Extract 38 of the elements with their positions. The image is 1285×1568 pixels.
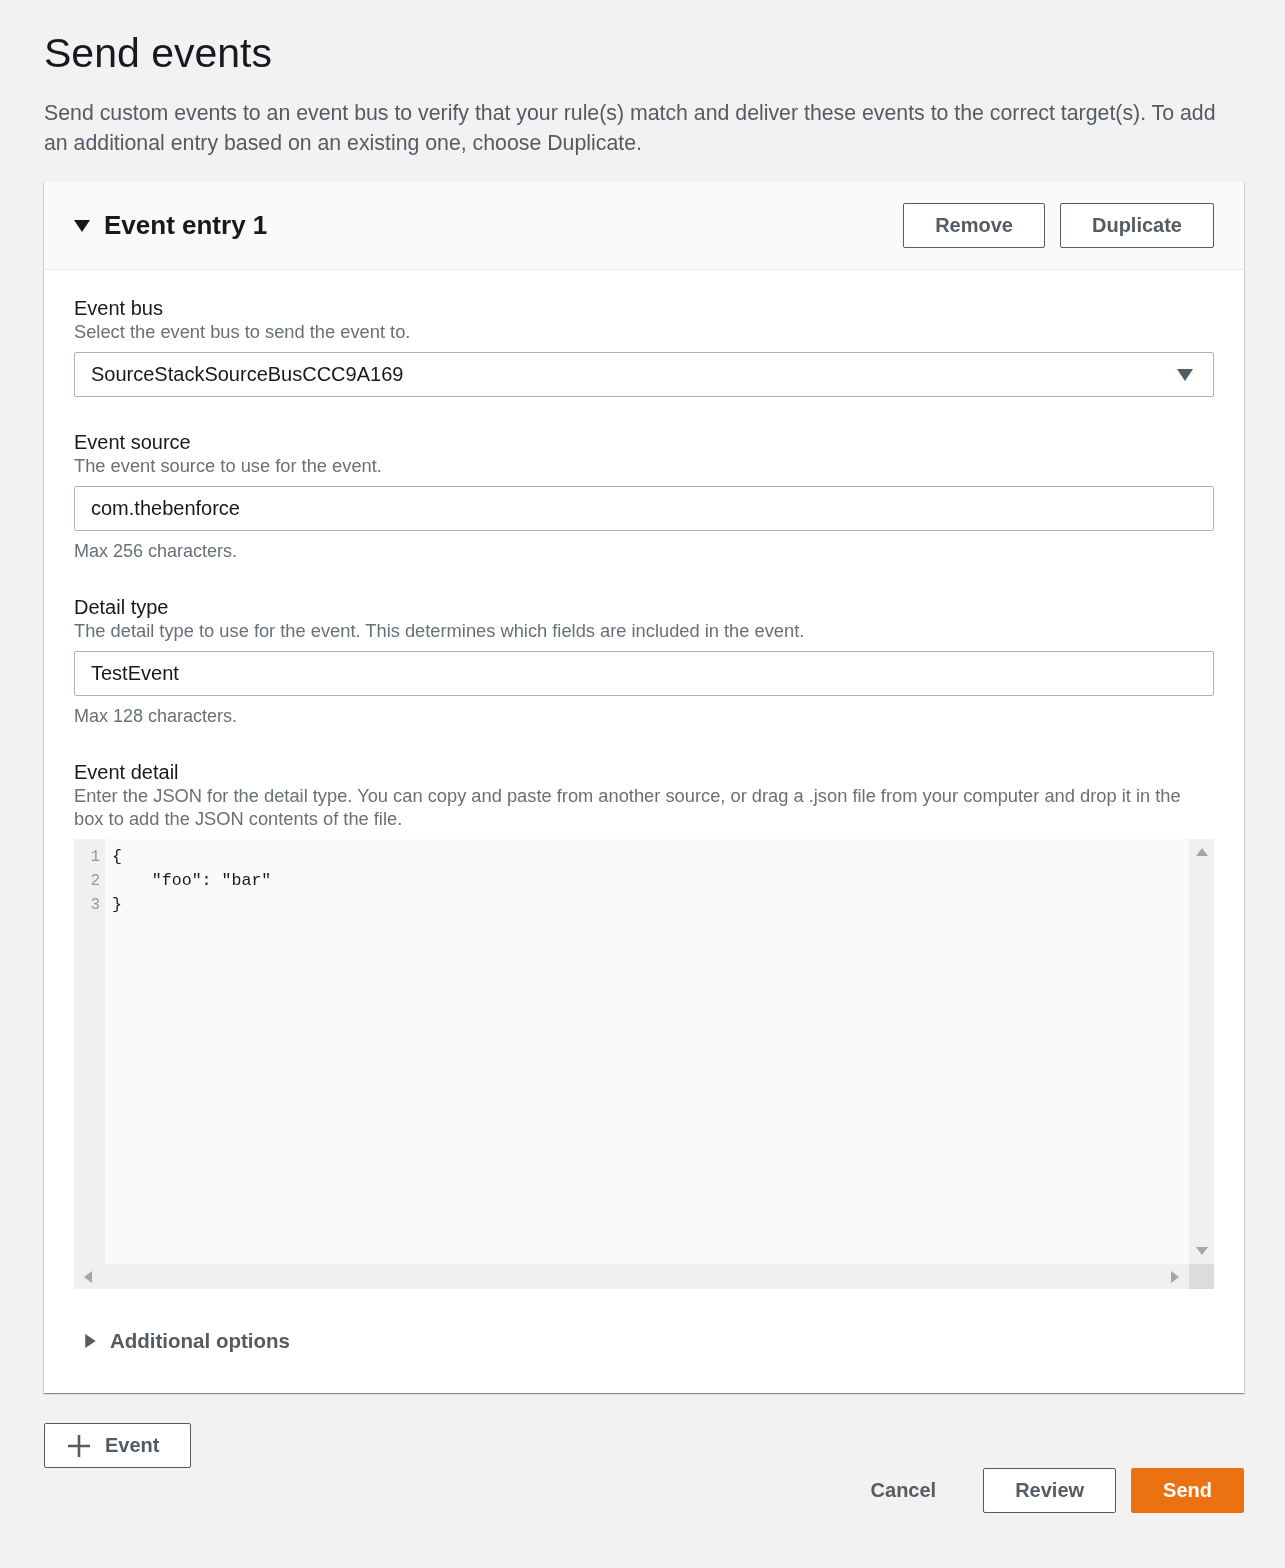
field-label: Event detail <box>74 760 180 784</box>
scroll-left-arrow-icon[interactable] <box>84 1270 92 1283</box>
code-line: { <box>112 846 122 868</box>
code-line: "foo": "bar" <box>150 870 272 892</box>
field-description: The detail type to use for the event. This determines which fields are included in the event. <box>74 619 806 642</box>
add-event-button[interactable]: Event <box>44 1423 192 1468</box>
field-description: Select the event bus to send the event to. <box>74 320 412 343</box>
scroll-up-arrow-icon[interactable] <box>1195 848 1208 856</box>
page-title: Send events <box>44 29 273 78</box>
field-label: Event source <box>74 430 192 454</box>
entry-action-button[interactable]: Remove <box>903 203 1045 248</box>
scroll-down-arrow-icon[interactable] <box>1195 1247 1208 1255</box>
additional-options-toggle[interactable]: Additional options <box>74 1329 290 1353</box>
code-editor[interactable]: 1 2 3 { "foo": "bar" } <box>74 839 1214 1289</box>
field-label: Detail type <box>74 595 170 619</box>
field-description: The event source to use for the event. <box>74 454 383 477</box>
plus-icon <box>68 1434 90 1457</box>
entry-action-button[interactable]: Duplicate <box>1059 203 1214 248</box>
page-description: Send custom events to an event bus to verify that your rule(s) match and deliver these events to the correct target(s). To add an additional entry based on an existing one, choose Duplicate. <box>44 100 1217 157</box>
field-hint: Max 256 characters. <box>74 540 239 562</box>
secondary-button[interactable]: Review <box>983 1468 1117 1513</box>
event-entry-toggle[interactable]: Event entry 1 <box>74 210 268 241</box>
horizontal-scrollbar[interactable] <box>74 1264 1189 1289</box>
caret-down-icon <box>1177 368 1193 381</box>
field-label: Event bus <box>74 296 164 320</box>
cancel-link-button[interactable]: Cancel <box>838 1468 969 1513</box>
scroll-right-arrow-icon[interactable] <box>1171 1270 1179 1283</box>
field-description: Enter the JSON for the detail type. You can copy and paste from another source, or drag a .json file from your computer and drop it in the box to add the JSON contents of the file. <box>74 784 1182 830</box>
code-line: } <box>112 894 122 916</box>
line-number: 1 <box>90 847 100 868</box>
line-number: 3 <box>90 895 100 916</box>
field-hint: Max 128 characters. <box>74 705 239 727</box>
select-field[interactable]: SourceStackSourceBusCCC9A169 <box>74 352 1214 397</box>
input-field[interactable]: TestEvent <box>74 651 1214 696</box>
line-number: 2 <box>90 871 100 892</box>
scrollbar-corner <box>1189 1264 1214 1289</box>
input-field[interactable]: com.thebenforce <box>74 486 1214 531</box>
vertical-scrollbar[interactable] <box>1189 839 1214 1264</box>
